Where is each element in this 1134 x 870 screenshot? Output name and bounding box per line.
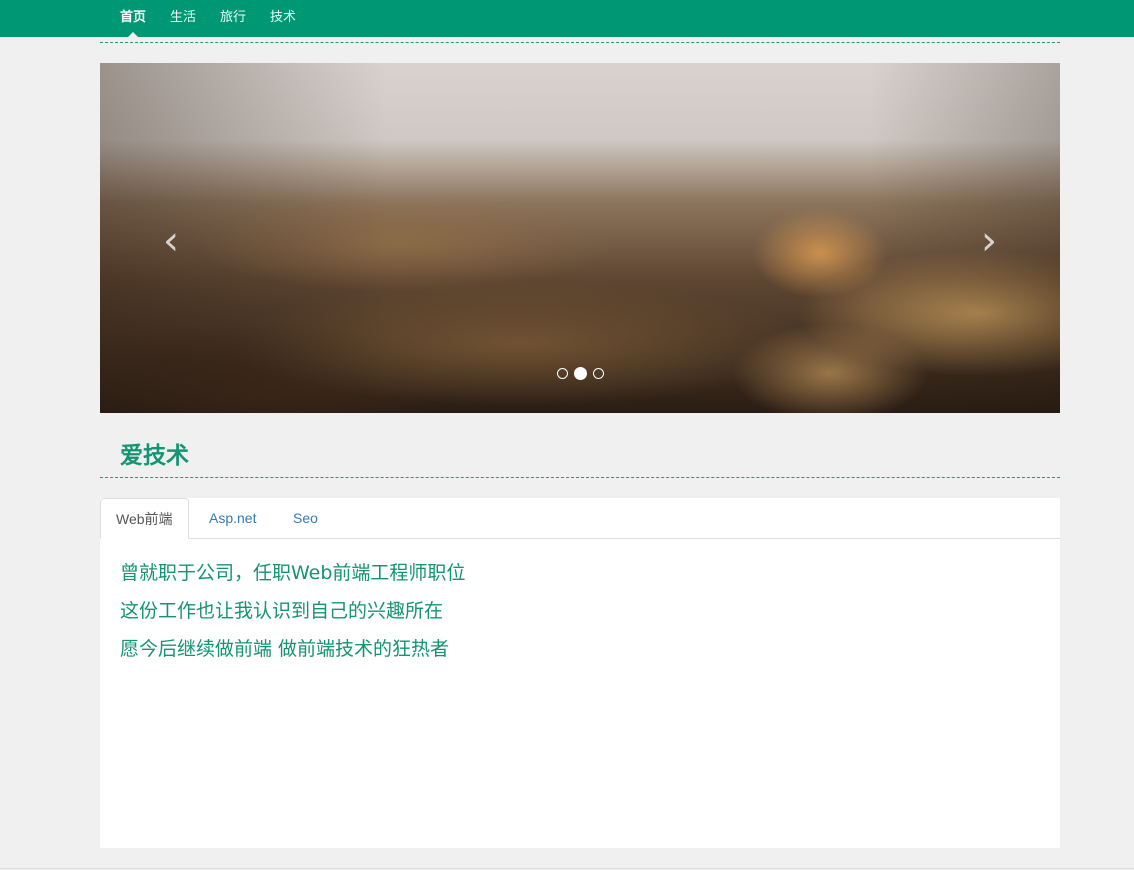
content-line: 愿今后继续做前端 做前端技术的狂热者: [120, 638, 450, 660]
nav-list: 首页 生活 旅行 技术: [108, 0, 308, 37]
divider-middle: [100, 477, 1060, 478]
carousel-image: [100, 63, 1060, 413]
carousel-indicator-2[interactable]: [574, 367, 587, 380]
carousel-indicator-1[interactable]: [557, 368, 568, 379]
nav-item-home[interactable]: 首页: [108, 0, 158, 37]
tab-bar: Web前端 Asp.net Seo: [100, 498, 1060, 539]
chevron-right-icon[interactable]: ›: [974, 221, 1004, 261]
carousel-indicators: [557, 367, 604, 380]
section-title: 爱技术: [120, 443, 189, 469]
tab-content: 曾就职于公司，任职Web前端工程师职位 这份工作也让我认识到自己的兴趣所在 愿今…: [120, 559, 465, 673]
nav-item-tech[interactable]: 技术: [258, 0, 308, 37]
tab-panel: Web前端 Asp.net Seo 曾就职于公司，任职Web前端工程师职位 这份…: [100, 498, 1060, 848]
content-line: 这份工作也让我认识到自己的兴趣所在: [120, 600, 444, 622]
nav-item-travel[interactable]: 旅行: [208, 0, 258, 37]
tab-seo[interactable]: Seo: [293, 498, 318, 539]
nav-item-life[interactable]: 生活: [158, 0, 208, 37]
footer-divider: [0, 868, 1134, 869]
chevron-left-icon[interactable]: ‹: [156, 221, 186, 261]
top-navbar: 首页 生活 旅行 技术: [0, 0, 1134, 37]
content-line: 曾就职于公司，任职Web前端工程师职位: [120, 562, 466, 584]
divider-top: [100, 42, 1060, 43]
tab-web-frontend[interactable]: Web前端: [100, 498, 189, 539]
tab-aspnet[interactable]: Asp.net: [209, 498, 256, 539]
image-carousel[interactable]: ‹ ›: [100, 63, 1060, 413]
carousel-indicator-3[interactable]: [593, 368, 604, 379]
